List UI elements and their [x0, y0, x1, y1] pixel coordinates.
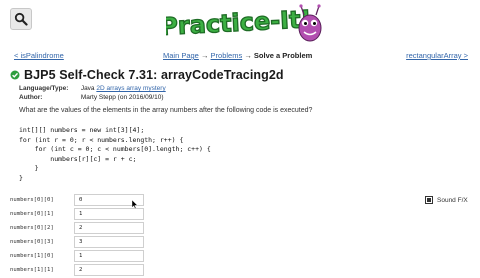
answer-row: numbers[0][0] 0: [10, 193, 144, 206]
navigation-bar: < isPalindrome Main Page → Problems → So…: [0, 51, 480, 65]
breadcrumb-main-page[interactable]: Main Page: [163, 51, 199, 60]
solved-check-icon: [10, 70, 20, 80]
language-label: Language/Type:: [19, 85, 69, 92]
mouse-cursor-icon: [132, 200, 138, 209]
zoom-button[interactable]: [10, 8, 32, 30]
sound-fx-checkbox[interactable]: [425, 196, 433, 204]
answer-label: numbers[0][1]: [10, 210, 54, 217]
breadcrumb: Main Page → Problems → Solve a Problem: [163, 51, 312, 60]
code-line: for (int c = 0; c < numbers[0].length; c…: [19, 145, 211, 153]
code-line: }: [19, 173, 23, 182]
question-text: What are the values of the elements in t…: [19, 107, 313, 114]
sound-fx-label: Sound F/X: [437, 196, 468, 204]
problem-header: BJP5 Self-Check 7.31: arrayCodeTracing2d: [10, 68, 284, 82]
code-line: int[][] numbers = new int[3][4];: [19, 126, 145, 134]
practice-it-logo[interactable]: Practice-It!: [166, 2, 326, 46]
code-block: int[][] numbers = new int[3][4]; for (in…: [19, 126, 211, 183]
answer-row: numbers[0][3] 3: [10, 236, 144, 249]
sound-fx-toggle[interactable]: Sound F/X: [425, 196, 468, 204]
topic-links[interactable]: 2D arrays array mystery: [96, 85, 165, 92]
answer-label: numbers[0][2]: [10, 224, 54, 231]
answer-input[interactable]: 3: [74, 236, 144, 249]
answer-row: numbers[1][1] 2: [10, 264, 144, 277]
breadcrumb-separator: →: [244, 51, 252, 60]
answer-row: numbers[0][1] 1: [10, 207, 144, 220]
answer-label: numbers[1][0]: [10, 253, 54, 260]
code-line: }: [19, 164, 39, 172]
answer-input[interactable]: 1: [74, 207, 144, 220]
answer-label: numbers[0][3]: [10, 239, 54, 246]
next-problem-link[interactable]: rectangularArray >: [406, 51, 468, 60]
answer-label: numbers[0][0]: [10, 196, 54, 203]
page-title: BJP5 Self-Check 7.31: arrayCodeTracing2d: [24, 68, 284, 82]
author-value: Marty Stepp (on 2016/09/10): [80, 93, 164, 101]
logo-text: Practice-It!: [166, 5, 312, 41]
code-line: numbers[r][c] = r + c;: [19, 154, 137, 163]
answer-row: numbers[0][2] 2: [10, 221, 144, 234]
author-label: Author:: [19, 93, 43, 101]
code-line: for (int r = 0; r < numbers.length; r++)…: [19, 135, 184, 144]
problem-metadata: Language/Type: Java 2D arrays array myst…: [19, 85, 166, 102]
answer-form: numbers[0][0] 0 numbers[0][1] 1 numbers[…: [10, 193, 144, 278]
breadcrumb-current: Solve a Problem: [253, 51, 313, 60]
answer-input[interactable]: 2: [74, 264, 144, 277]
magnifier-icon: [14, 12, 28, 26]
answer-label: numbers[1][1]: [10, 267, 54, 274]
answer-input[interactable]: 2: [74, 221, 144, 234]
answer-row: numbers[1][0] 1: [10, 250, 144, 263]
answer-input[interactable]: 1: [74, 250, 144, 263]
language-value: Java: [80, 85, 95, 92]
breadcrumb-problems[interactable]: Problems: [211, 51, 243, 60]
breadcrumb-separator: →: [200, 51, 209, 60]
prev-problem-link[interactable]: < isPalindrome: [14, 51, 64, 60]
